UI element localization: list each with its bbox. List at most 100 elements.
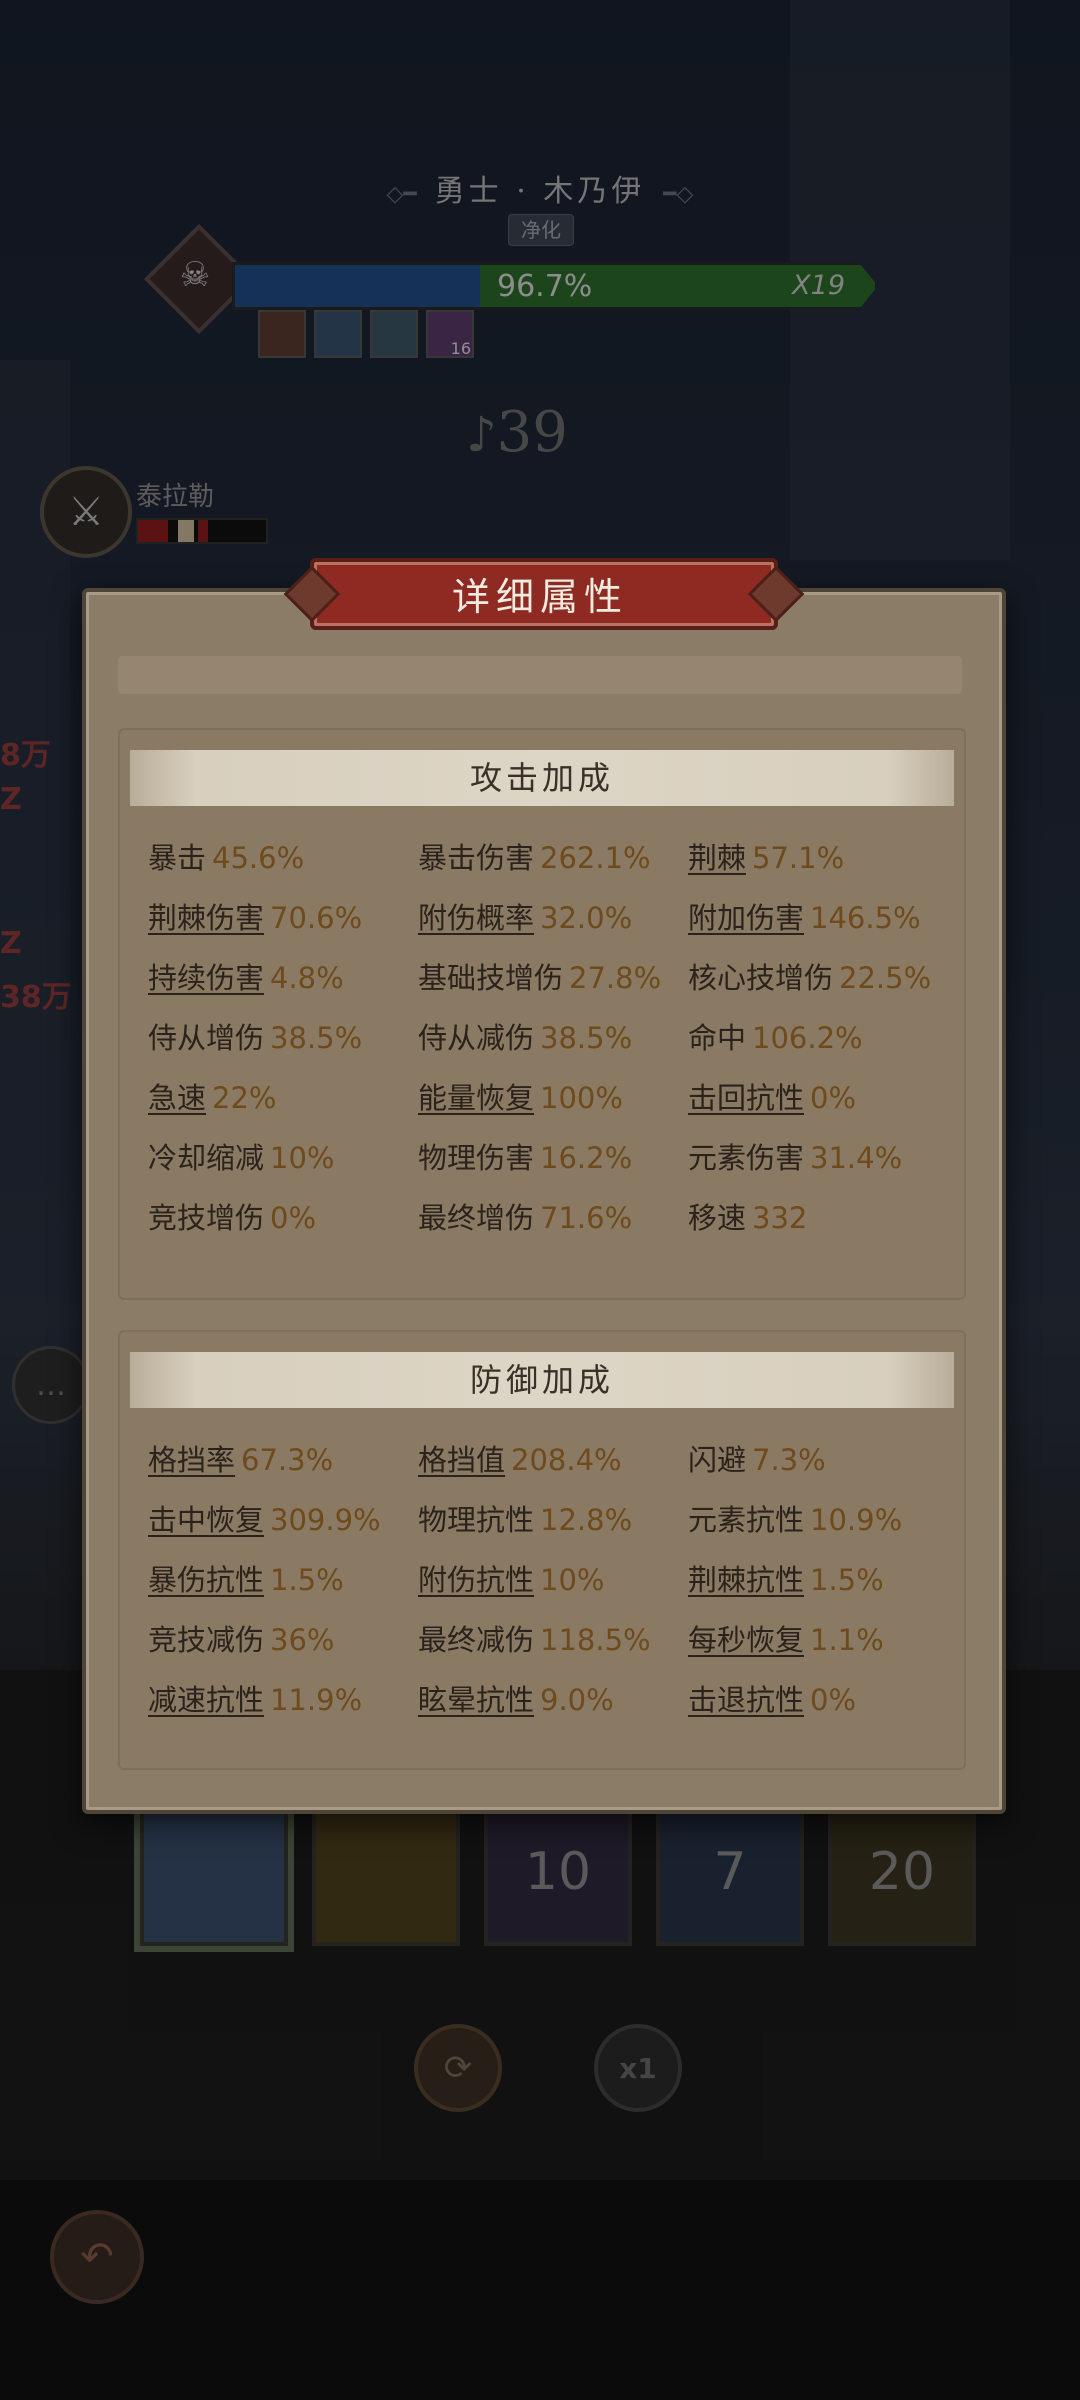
stat-item[interactable]: 能量恢复 100% [418, 1068, 688, 1128]
stat-label: 竞技增伤 [148, 1201, 265, 1235]
stat-item[interactable]: 暴伤抗性 1.5% [148, 1550, 418, 1610]
stat-item: 竞技增伤 0% [148, 1188, 418, 1248]
stat-label-link[interactable]: 格挡率 [148, 1443, 235, 1477]
stat-value: 0% [270, 1201, 317, 1235]
stat-item[interactable]: 附伤概率 32.0% [418, 888, 688, 948]
stat-value: 146.5% [810, 901, 921, 935]
stat-value: 10.9% [810, 1503, 903, 1537]
defense-section-title: 防御加成 [130, 1352, 954, 1408]
stat-label-link[interactable]: 荆棘抗性 [688, 1563, 804, 1597]
stat-item[interactable]: 格挡值 208.4% [418, 1430, 688, 1490]
stat-label-link[interactable]: 击中恢复 [148, 1503, 264, 1537]
stat-label-link[interactable]: 附伤抗性 [418, 1563, 534, 1597]
attack-section-title: 攻击加成 [130, 750, 954, 806]
stat-item[interactable]: 急速 22% [148, 1068, 418, 1128]
stat-value: 38.5% [270, 1021, 363, 1055]
attack-stat-grid: 暴击 45.6% 暴击伤害 262.1% 荆棘 57.1% 荆棘伤害 70.6% 附伤概率 32.… [148, 828, 964, 1248]
stat-label-link[interactable]: 击回抗性 [688, 1081, 804, 1115]
stat-label: 暴击伤害 [418, 841, 535, 875]
stat-item[interactable]: 持续伤害 4.8% [148, 948, 418, 1008]
stat-value: 4.8% [270, 961, 344, 995]
stat-label-link[interactable]: 每秒恢复 [688, 1623, 804, 1657]
stat-item: 竞技减伤 36% [148, 1610, 418, 1670]
stat-value: 106.2% [752, 1021, 863, 1055]
stat-value: 67.3% [241, 1443, 334, 1477]
stat-value: 12.8% [540, 1503, 633, 1537]
stat-item: 侍从减伤 38.5% [418, 1008, 688, 1068]
stat-item[interactable]: 眩晕抗性 9.0% [418, 1670, 688, 1730]
stat-value: 11.9% [270, 1683, 363, 1717]
stat-label: 物理伤害 [418, 1141, 535, 1175]
stat-label-link[interactable]: 击退抗性 [688, 1683, 804, 1717]
stat-item: 元素抗性 10.9% [688, 1490, 958, 1550]
stat-item: 物理抗性 12.8% [418, 1490, 688, 1550]
attack-bonus-section: 攻击加成 暴击 45.6% 暴击伤害 262.1% 荆棘 57.1% 荆棘伤害 70.6% 附伤… [118, 728, 966, 1300]
stat-value: 0% [810, 1683, 857, 1717]
stat-label: 物理抗性 [418, 1503, 535, 1537]
stat-item: 移速 332 [688, 1188, 958, 1248]
stat-item[interactable]: 击回抗性 0% [688, 1068, 958, 1128]
stat-item[interactable]: 格挡率 67.3% [148, 1430, 418, 1490]
stat-label: 闪避 [688, 1443, 747, 1477]
stat-label-link[interactable]: 暴伤抗性 [148, 1563, 264, 1597]
stat-item[interactable]: 击中恢复 309.9% [148, 1490, 418, 1550]
stat-label-link[interactable]: 附加伤害 [688, 901, 804, 935]
panel-title: 详细属性 [451, 575, 628, 619]
stat-value: 31.4% [810, 1141, 903, 1175]
stat-label: 竞技减伤 [148, 1623, 265, 1657]
stat-value: 7.3% [752, 1443, 826, 1477]
stat-item[interactable]: 荆棘伤害 70.6% [148, 888, 418, 948]
stat-item: 冷却缩减 10% [148, 1128, 418, 1188]
stat-label-link[interactable]: 持续伤害 [148, 961, 264, 995]
stat-label-link[interactable]: 减速抗性 [148, 1683, 264, 1717]
stat-label: 移速 [688, 1201, 747, 1235]
stat-label: 最终减伤 [418, 1623, 535, 1657]
stat-value: 45.6% [212, 841, 305, 875]
stat-label: 核心技增伤 [688, 961, 834, 995]
stat-item[interactable]: 附加伤害 146.5% [688, 888, 958, 948]
stat-label-link[interactable]: 附伤概率 [418, 901, 534, 935]
stat-item[interactable]: 荆棘 57.1% [688, 828, 958, 888]
stat-label: 冷却缩减 [148, 1141, 265, 1175]
stat-item[interactable]: 荆棘抗性 1.5% [688, 1550, 958, 1610]
stat-label: 元素伤害 [688, 1141, 805, 1175]
panel-top-strip [118, 656, 962, 694]
stat-label-link[interactable]: 荆棘 [688, 841, 746, 875]
stat-value: 70.6% [270, 901, 363, 935]
stat-label-link[interactable]: 急速 [148, 1081, 206, 1115]
stat-item[interactable]: 附伤抗性 10% [418, 1550, 688, 1610]
stat-label: 元素抗性 [688, 1503, 805, 1537]
stat-item: 侍从增伤 38.5% [148, 1008, 418, 1068]
stat-value: 208.4% [511, 1443, 622, 1477]
stat-item[interactable]: 击退抗性 0% [688, 1670, 958, 1730]
stat-value: 71.6% [540, 1201, 633, 1235]
stat-value: 1.5% [270, 1563, 344, 1597]
stat-label-link[interactable]: 格挡值 [418, 1443, 505, 1477]
stat-value: 22% [212, 1081, 277, 1115]
defense-stat-grid: 格挡率 67.3% 格挡值 208.4% 闪避 7.3% 击中恢复 309.9% 物理抗性 12.… [148, 1430, 964, 1730]
stat-item: 暴击 45.6% [148, 828, 418, 888]
stat-label: 侍从减伤 [418, 1021, 535, 1055]
stat-value: 332 [752, 1201, 808, 1235]
stat-value: 36% [270, 1623, 335, 1657]
stat-value: 262.1% [540, 841, 651, 875]
stat-item: 闪避 7.3% [688, 1430, 958, 1490]
stat-value: 9.0% [540, 1683, 614, 1717]
stat-value: 10% [540, 1563, 605, 1597]
stat-item[interactable]: 每秒恢复 1.1% [688, 1610, 958, 1670]
stat-value: 22.5% [839, 961, 932, 995]
stat-value: 32.0% [540, 901, 633, 935]
stat-value: 10% [270, 1141, 335, 1175]
defense-bonus-section: 防御加成 格挡率 67.3% 格挡值 208.4% 闪避 7.3% 击中恢复 309.9% 物理… [118, 1330, 966, 1770]
stat-item: 核心技增伤 22.5% [688, 948, 958, 1008]
stat-item[interactable]: 减速抗性 11.9% [148, 1670, 418, 1730]
stat-label-link[interactable]: 眩晕抗性 [418, 1683, 534, 1717]
stat-value: 118.5% [540, 1623, 651, 1657]
stat-label: 命中 [688, 1021, 747, 1055]
stat-label-link[interactable]: 荆棘伤害 [148, 901, 264, 935]
stat-label-link[interactable]: 能量恢复 [418, 1081, 534, 1115]
stat-value: 1.5% [810, 1563, 884, 1597]
stat-label: 最终增伤 [418, 1201, 535, 1235]
stat-label: 侍从增伤 [148, 1021, 265, 1055]
stat-item: 暴击伤害 262.1% [418, 828, 688, 888]
